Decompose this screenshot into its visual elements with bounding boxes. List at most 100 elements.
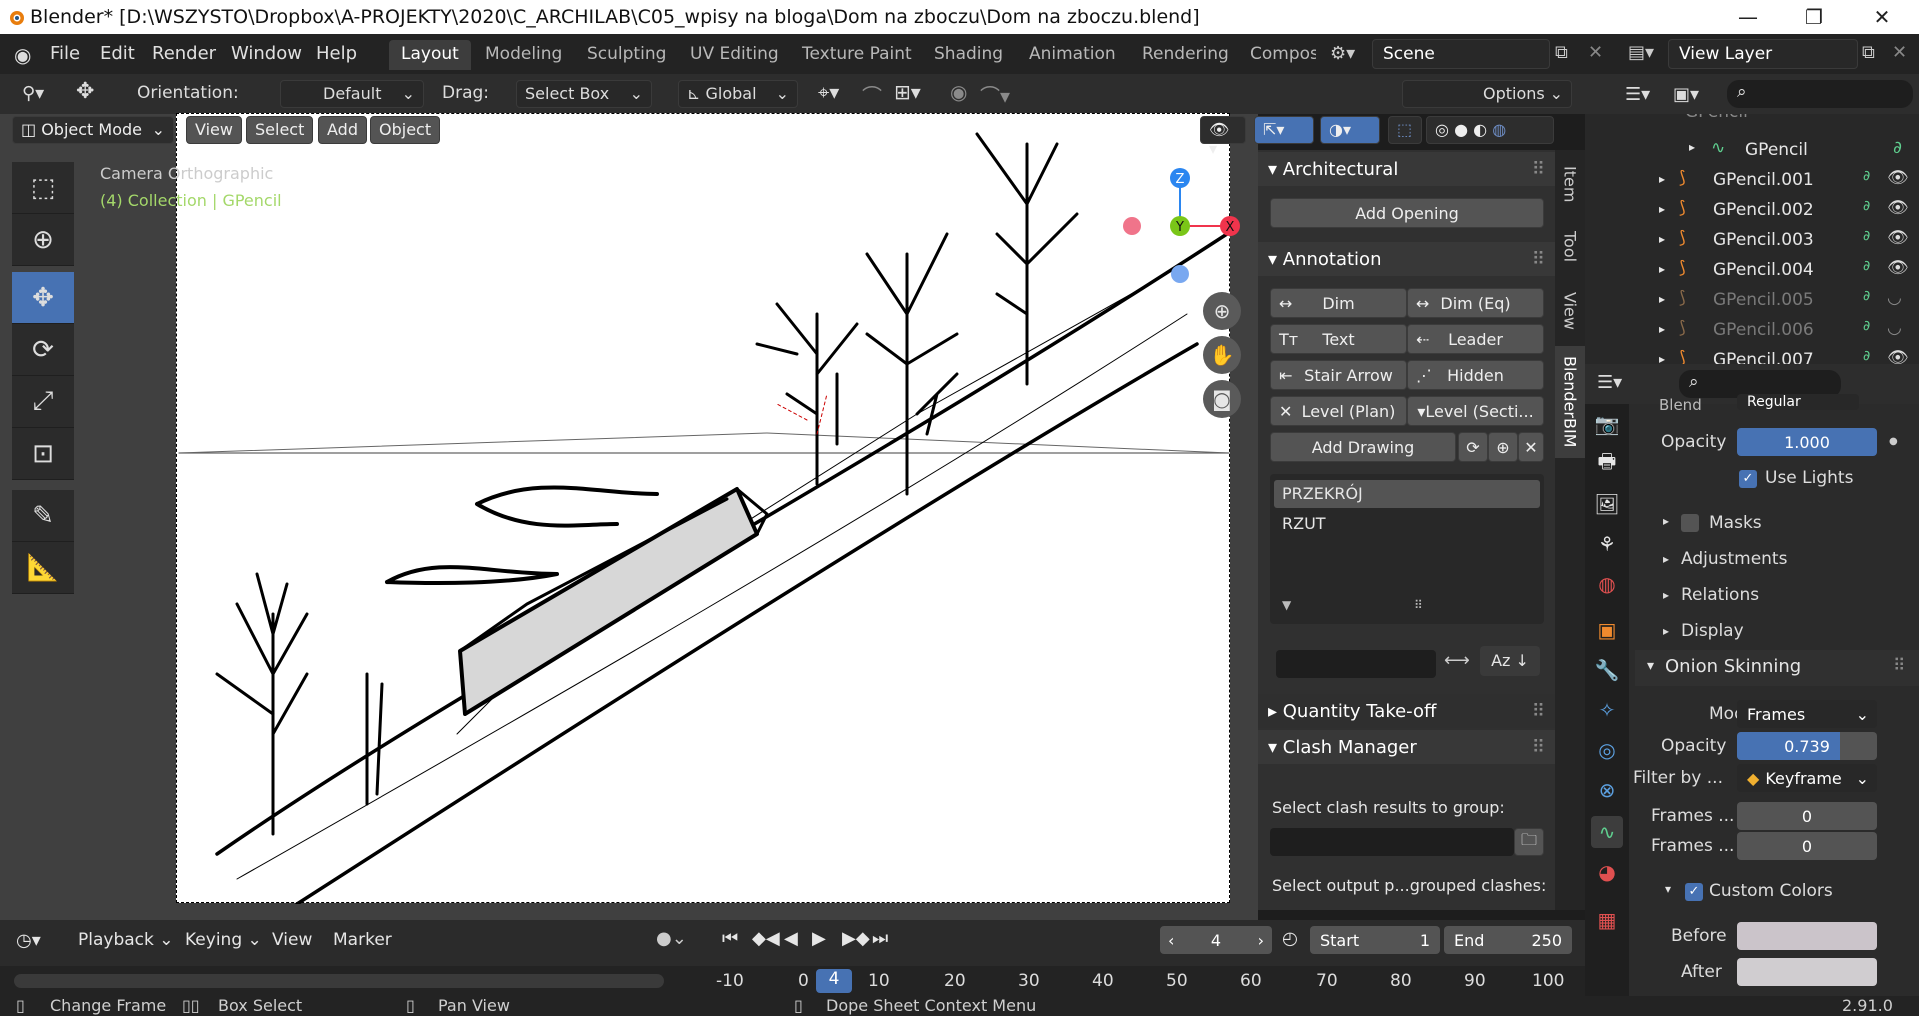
tab-uv-editing[interactable]: UV Editing bbox=[678, 40, 791, 70]
custom-colors-checkbox[interactable]: ✓ bbox=[1685, 883, 1703, 901]
add-opening-button[interactable]: Add Opening bbox=[1270, 198, 1544, 228]
layer-opacity-slider[interactable]: 1.000 bbox=[1737, 428, 1877, 456]
frame-ruler[interactable]: -10 0 4 10 20 30 40 50 60 70 80 90 100 bbox=[0, 966, 1585, 996]
expand-icon[interactable]: ▸ bbox=[1659, 322, 1665, 336]
drawing-item-rzut[interactable]: RZUT bbox=[1274, 510, 1540, 538]
masks-checkbox[interactable] bbox=[1681, 514, 1699, 532]
timeline-menu-playback[interactable]: Playback ⌄ bbox=[78, 930, 174, 950]
move-tool-icon[interactable]: ✥ bbox=[12, 272, 74, 324]
drawing-item-przekroj[interactable]: PRZEKRÓJ bbox=[1274, 480, 1540, 508]
drawing-filter-input[interactable] bbox=[1276, 650, 1436, 678]
new-scene-icon[interactable]: ⧉ bbox=[1555, 42, 1568, 63]
select-box-tool-icon[interactable]: ⬚ bbox=[12, 162, 74, 214]
onion-skinning-header[interactable]: ▾ Onion Skinning ⠿ bbox=[1635, 650, 1919, 686]
eye-open-icon[interactable]: 👁 bbox=[1887, 168, 1909, 188]
drag-handle-icon[interactable]: ⠿ bbox=[1532, 249, 1545, 270]
quantity-header[interactable]: ▸ Quantity Take-off ⠿ bbox=[1258, 694, 1555, 728]
outliner-row[interactable]: ▸ ⟆ GPencil.001 ∂ 👁 bbox=[1585, 166, 1919, 196]
physics-props-icon[interactable]: ◎ bbox=[1591, 734, 1623, 766]
mode-dropdown[interactable]: ◫ Object Mode ⌄ bbox=[12, 116, 174, 144]
tab-animation[interactable]: Animation bbox=[1017, 40, 1128, 70]
eye-open-icon[interactable]: 👁 bbox=[1887, 198, 1909, 218]
use-lights-checkbox[interactable]: ✓ bbox=[1739, 470, 1757, 488]
material-shading-icon[interactable]: ◐ bbox=[1473, 120, 1487, 139]
playhead-frame[interactable]: 4 bbox=[816, 969, 852, 993]
annotate-tool-icon[interactable]: ✎ bbox=[12, 490, 74, 542]
tab-item[interactable]: Item bbox=[1555, 154, 1585, 214]
minimize-icon[interactable]: — bbox=[1718, 0, 1778, 34]
current-frame-field[interactable]: ‹ 4 › bbox=[1160, 926, 1272, 954]
object-props-icon[interactable]: ▣ bbox=[1591, 614, 1623, 646]
stair-arrow-button[interactable]: ⇤ Stair Arrow bbox=[1270, 360, 1407, 390]
scene-field[interactable]: Scene bbox=[1372, 39, 1550, 69]
output-props-icon[interactable]: 🖶 bbox=[1591, 448, 1623, 480]
view-layer-field[interactable]: View Layer bbox=[1668, 39, 1858, 69]
outliner-row[interactable]: ▸ ⟆ GPencil.004 ∂ 👁 bbox=[1585, 256, 1919, 286]
tab-modeling[interactable]: Modeling bbox=[473, 40, 574, 70]
tool-icon[interactable]: ⚲▾ bbox=[22, 83, 44, 104]
dim-button[interactable]: ↔ Dim bbox=[1270, 288, 1407, 318]
outliner-row[interactable]: ▸ ⟆ GPencil.002 ∂ 👁 bbox=[1585, 196, 1919, 226]
viewport-menu-add[interactable]: Add bbox=[318, 116, 367, 144]
view-layer-icon[interactable]: ▤▾ bbox=[1628, 42, 1654, 63]
menu-edit[interactable]: Edit bbox=[100, 43, 135, 64]
frames-before-field[interactable]: 0 bbox=[1737, 802, 1877, 830]
render-props-icon[interactable]: 📷 bbox=[1591, 408, 1623, 440]
adjustments-section[interactable]: Adjustments bbox=[1681, 549, 1787, 569]
measure-tool-icon[interactable]: 📐 bbox=[12, 542, 74, 594]
outliner-search-input[interactable]: ⌕ bbox=[1727, 80, 1913, 108]
expand-icon[interactable]: ▸ bbox=[1659, 172, 1665, 186]
swap-icon[interactable]: ⟷ bbox=[1444, 650, 1470, 671]
proportional-edit-icon[interactable]: ◉ bbox=[950, 80, 967, 104]
sort-icon[interactable]: Az ↓ bbox=[1480, 646, 1540, 676]
rotate-tool-icon[interactable]: ⟳ bbox=[12, 324, 74, 376]
material-props-icon[interactable]: ◕ bbox=[1591, 856, 1623, 888]
next-keyframe-icon[interactable]: ▶◆ bbox=[842, 928, 870, 949]
relations-section[interactable]: Relations bbox=[1681, 585, 1759, 605]
display-mode-icon[interactable]: ▣▾ bbox=[1673, 84, 1699, 105]
expand-icon[interactable]: ▸ bbox=[1663, 552, 1669, 566]
tab-texture-paint[interactable]: Texture Paint bbox=[790, 40, 924, 70]
orientation-dropdown[interactable]: Default ⌄ bbox=[280, 80, 424, 108]
expand-icon[interactable]: ▸ bbox=[1663, 624, 1669, 638]
modifier-props-icon[interactable]: 🔧 bbox=[1591, 654, 1623, 686]
expand-icon[interactable]: ▸ bbox=[1659, 262, 1665, 276]
outliner-row-gpencil-data[interactable]: ▸ ∿ GPencil ∂ bbox=[1585, 136, 1919, 166]
menu-file[interactable]: File bbox=[50, 43, 80, 64]
rendered-shading-icon[interactable]: ◍ bbox=[1492, 120, 1506, 139]
gpencil-data-props-icon[interactable]: ∿ bbox=[1591, 816, 1623, 848]
scale-tool-icon[interactable]: ⤢ bbox=[12, 376, 74, 428]
frame-increment-icon[interactable]: › bbox=[1258, 931, 1264, 950]
outliner-row[interactable]: ▸ ⟆ GPencil.005 ∂ ◡ bbox=[1585, 286, 1919, 316]
camera-view-icon[interactable]: ◙ bbox=[1203, 380, 1241, 418]
timeline-menu-marker[interactable]: Marker bbox=[333, 930, 392, 950]
architectural-header[interactable]: ▾ Architectural ⠿ bbox=[1258, 152, 1555, 186]
display-section[interactable]: Display bbox=[1681, 621, 1744, 641]
eye-open-icon[interactable]: 👁 bbox=[1887, 258, 1909, 278]
tab-view[interactable]: View bbox=[1555, 280, 1585, 342]
overlay-toggle-icon[interactable]: ◑▾ bbox=[1320, 116, 1380, 144]
wireframe-shading-icon[interactable]: ◎ bbox=[1435, 120, 1449, 139]
blend-dropdown[interactable]: Regular bbox=[1737, 394, 1859, 410]
menu-help[interactable]: Help bbox=[316, 43, 357, 64]
jump-end-icon[interactable]: ⏭ bbox=[872, 928, 888, 949]
after-color-swatch[interactable] bbox=[1737, 958, 1877, 986]
onion-mode-dropdown[interactable]: Frames ⌄ bbox=[1737, 700, 1877, 728]
end-frame-field[interactable]: End 250 bbox=[1444, 926, 1572, 954]
cursor-tool-icon[interactable]: ⊕ bbox=[12, 214, 74, 266]
hidden-button[interactable]: ⋰ Hidden bbox=[1407, 360, 1544, 390]
navigation-gizmo[interactable]: Z Y X bbox=[1120, 160, 1250, 290]
timeline-scrollbar[interactable] bbox=[14, 974, 664, 988]
falloff-icon[interactable]: ⌒▾ bbox=[980, 80, 1010, 109]
play-reverse-icon[interactable]: ◀ bbox=[784, 928, 798, 949]
timeline-menu-view[interactable]: View bbox=[272, 930, 312, 950]
collapse-icon[interactable]: ▾ bbox=[1665, 882, 1671, 896]
gizmo-toggle-icon[interactable]: ⇱▾ bbox=[1254, 116, 1314, 144]
expand-icon[interactable]: ▸ bbox=[1659, 292, 1665, 306]
pan-hand-icon[interactable]: ✋ bbox=[1203, 336, 1241, 374]
editor-type-icon[interactable]: ☰▾ bbox=[1597, 372, 1622, 393]
drag-handle-icon[interactable]: ⠿ bbox=[1532, 159, 1545, 180]
outliner-row[interactable]: ▸ ⟆ GPencil.006 ∂ ◡ bbox=[1585, 316, 1919, 346]
snap-target-icon[interactable]: ⊞▾ bbox=[894, 80, 921, 104]
texture-props-icon[interactable]: ▦ bbox=[1591, 904, 1623, 936]
